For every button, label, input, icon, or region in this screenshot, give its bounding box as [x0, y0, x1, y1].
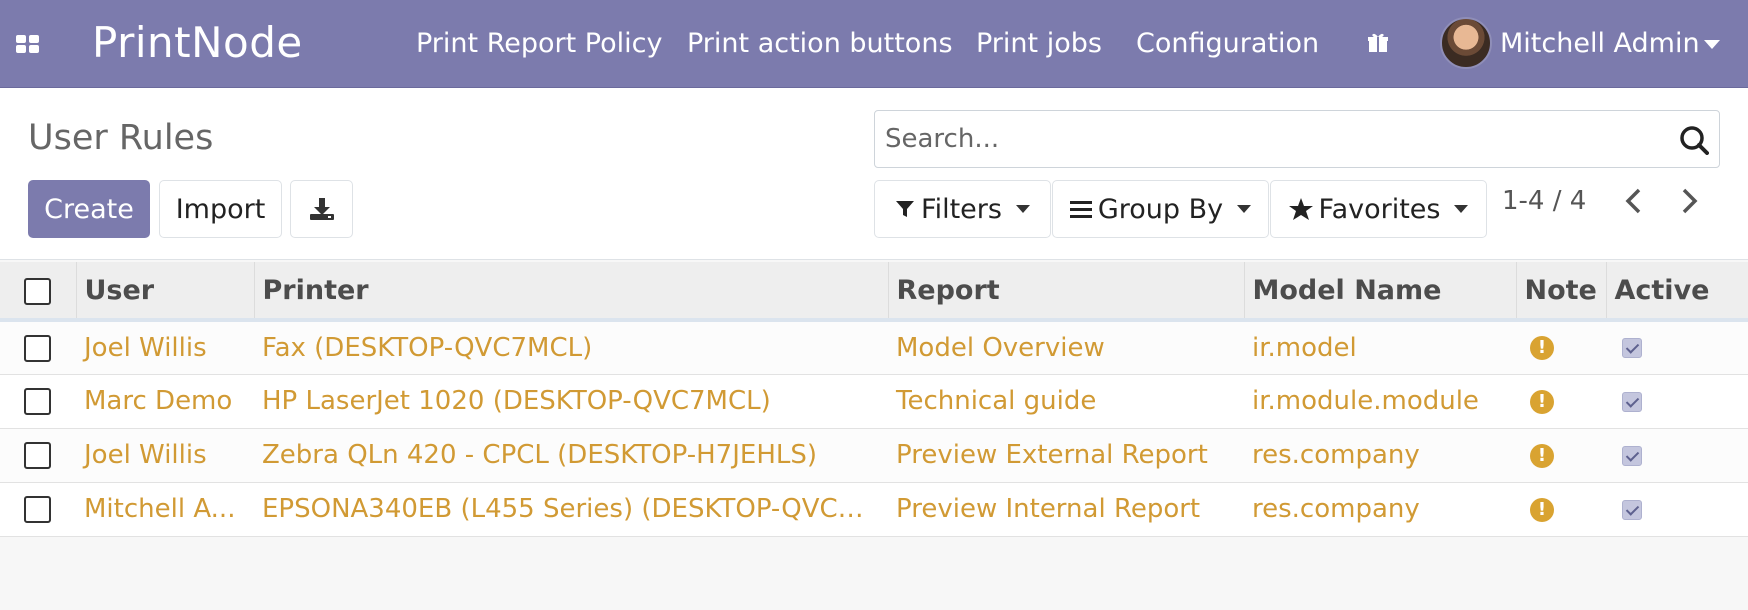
cell-report[interactable]: Technical guide	[888, 374, 1244, 429]
cell-active	[1606, 482, 1748, 537]
column-header-report[interactable]: Report	[888, 262, 1245, 322]
column-header-note[interactable]: Note	[1516, 262, 1607, 322]
page-title: User Rules	[28, 118, 214, 158]
cell-report[interactable]: Preview Internal Report	[888, 482, 1244, 537]
cell-report[interactable]: Preview External Report	[888, 428, 1244, 483]
cell-note[interactable]: !	[1516, 320, 1606, 375]
cell-report[interactable]: Model Overview	[888, 320, 1244, 375]
search-input[interactable]	[885, 111, 1655, 167]
cell-active	[1606, 428, 1748, 483]
favorites-button[interactable]: Favorites	[1270, 180, 1487, 238]
favorites-caret-icon	[1454, 205, 1469, 213]
table-header-row: User Printer Report Model Name Note Acti…	[0, 262, 1748, 322]
row-checkbox[interactable]	[24, 496, 51, 523]
cell-model-name[interactable]: res.company	[1244, 428, 1516, 483]
top-navbar: PrintNode Print Report Policy Print acti…	[0, 0, 1748, 88]
cell-note[interactable]: !	[1516, 428, 1606, 483]
menu-print-report-policy[interactable]: Print Report Policy	[416, 28, 662, 59]
list-icon	[1069, 201, 1092, 218]
app-brand[interactable]: PrintNode	[92, 18, 303, 67]
gift-icon[interactable]	[1366, 30, 1390, 54]
group-by-label: Group By	[1097, 193, 1224, 225]
cell-model-name[interactable]: ir.model	[1244, 320, 1516, 375]
row-checkbox[interactable]	[24, 388, 51, 415]
download-button[interactable]	[290, 180, 353, 238]
row-checkbox[interactable]	[24, 442, 51, 469]
user-avatar[interactable]	[1440, 17, 1492, 69]
select-all-checkbox[interactable]	[24, 277, 51, 305]
cell-user[interactable]: Mitchell A...	[76, 482, 254, 537]
cell-active	[1606, 320, 1748, 375]
group-by-button[interactable]: Group By	[1052, 180, 1269, 238]
menu-configuration[interactable]: Configuration	[1136, 28, 1319, 59]
user-menu-name[interactable]: Mitchell Admin	[1500, 28, 1700, 59]
pager-next-icon[interactable]	[1677, 187, 1701, 215]
cell-model-name[interactable]: ir.module.module	[1244, 374, 1516, 429]
active-checkbox	[1622, 338, 1642, 359]
cell-note[interactable]: !	[1516, 482, 1606, 537]
user-menu-caret-icon[interactable]	[1704, 40, 1720, 49]
import-button[interactable]: Import	[159, 180, 282, 238]
table-row[interactable]: Joel Willis Fax (DESKTOP-QVC7MCL) Model …	[0, 320, 1748, 375]
empty-list-area	[0, 538, 1748, 610]
active-checkbox	[1622, 499, 1642, 520]
cell-user[interactable]: Joel Willis	[76, 320, 254, 375]
cell-active	[1606, 374, 1748, 429]
star-icon	[1288, 198, 1313, 220]
filters-label: Filters	[921, 193, 1002, 225]
column-header-user[interactable]: User	[76, 262, 255, 322]
filters-button[interactable]: Filters	[874, 180, 1051, 238]
table-row[interactable]: Mitchell A... EPSONA340EB (L455 Series) …	[0, 482, 1748, 537]
column-header-active[interactable]: Active	[1606, 262, 1748, 322]
search-box	[874, 110, 1720, 168]
row-checkbox[interactable]	[24, 334, 51, 362]
select-all-cell	[0, 262, 77, 322]
row-select-cell	[0, 428, 76, 483]
exclamation-circle-icon[interactable]: !	[1530, 497, 1554, 522]
search-icon[interactable]	[1679, 125, 1709, 155]
apps-menu-icon[interactable]	[16, 35, 40, 53]
cell-user[interactable]: Joel Willis	[76, 428, 254, 483]
cell-note[interactable]: !	[1516, 374, 1606, 429]
download-icon	[309, 198, 334, 220]
pager-value[interactable]: 1-4 / 4	[1502, 172, 1586, 230]
row-select-cell	[0, 482, 76, 537]
active-checkbox	[1622, 445, 1642, 466]
user-rules-table: User Printer Report Model Name Note Acti…	[0, 262, 1748, 537]
menu-print-jobs[interactable]: Print jobs	[976, 28, 1102, 59]
cell-model-name[interactable]: res.company	[1244, 482, 1516, 537]
row-select-cell	[0, 374, 76, 429]
control-panel: User Rules Create Import Filters Group B…	[0, 88, 1748, 260]
exclamation-circle-icon[interactable]: !	[1530, 336, 1554, 361]
cell-printer[interactable]: HP LaserJet 1020 (DESKTOP-QVC7MCL)	[254, 374, 888, 429]
exclamation-circle-icon[interactable]: !	[1530, 389, 1554, 414]
favorites-label: Favorites	[1318, 193, 1441, 225]
row-select-cell	[0, 320, 76, 375]
exclamation-circle-icon[interactable]: !	[1530, 443, 1554, 468]
table-row[interactable]: Joel Willis Zebra QLn 420 - CPCL (DESKTO…	[0, 428, 1748, 483]
group-by-caret-icon	[1237, 205, 1252, 213]
table-row[interactable]: Marc Demo HP LaserJet 1020 (DESKTOP-QVC7…	[0, 374, 1748, 429]
active-checkbox	[1622, 391, 1642, 412]
pager-previous-icon[interactable]	[1622, 187, 1646, 215]
filters-caret-icon	[1015, 205, 1030, 213]
menu-print-action-buttons[interactable]: Print action buttons	[687, 28, 953, 59]
cell-printer[interactable]: Zebra QLn 420 - CPCL (DESKTOP-H7JEHLS)	[254, 428, 888, 483]
create-button[interactable]: Create	[28, 180, 150, 238]
cell-user[interactable]: Marc Demo	[76, 374, 254, 429]
filter-icon	[896, 201, 915, 217]
column-header-model-name[interactable]: Model Name	[1244, 262, 1517, 322]
cell-printer[interactable]: Fax (DESKTOP-QVC7MCL)	[254, 320, 888, 375]
cell-printer[interactable]: EPSONA340EB (L455 Series) (DESKTOP-QVC7M…	[254, 482, 888, 537]
column-header-printer[interactable]: Printer	[254, 262, 889, 322]
